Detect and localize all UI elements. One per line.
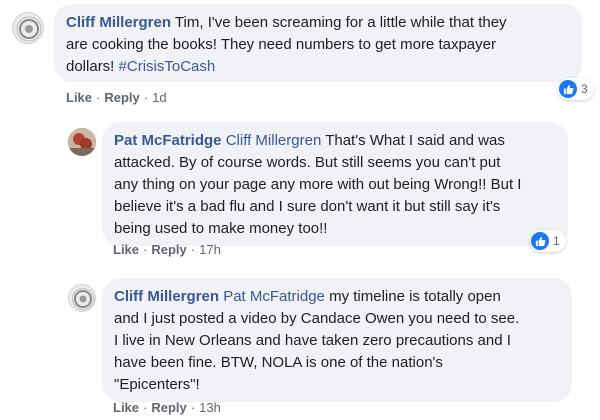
reaction-count[interactable]: 3 <box>558 78 594 100</box>
timestamp[interactable]: 13h <box>199 400 221 415</box>
avatar[interactable] <box>68 284 96 312</box>
comment-text: my timeline is totally open <box>329 288 501 305</box>
thumbs-up-icon <box>531 232 549 250</box>
comment-text: and I just posted a video by Candace Owe… <box>114 310 520 327</box>
like-link[interactable]: Like <box>113 242 139 257</box>
reaction-count[interactable]: 1 <box>530 230 566 252</box>
comment-text: "Epicenters"! <box>114 376 200 393</box>
reaction-number: 1 <box>553 234 560 248</box>
comment-bubble: Cliff Millergren Pat McFatridge my timel… <box>102 278 572 402</box>
comment-1: Cliff Millergren Tim, I've been screamin… <box>0 0 600 112</box>
like-link[interactable]: Like <box>113 400 139 415</box>
comment-text: Tim, I've been screaming for a little wh… <box>174 14 507 31</box>
comment-text: attacked. By of course words. But still … <box>114 154 501 171</box>
avatar[interactable] <box>12 12 44 44</box>
like-link[interactable]: Like <box>66 90 92 105</box>
comment-author[interactable]: Pat McFatridge <box>114 132 222 149</box>
hashtag-link[interactable]: #CrisisToCash <box>119 58 216 75</box>
thumbs-up-icon <box>559 80 577 98</box>
comment-text: are cooking the books! They need numbers… <box>66 36 496 53</box>
comment-author[interactable]: Cliff Millergren <box>66 14 171 31</box>
mention-link[interactable]: Pat McFatridge <box>223 288 325 305</box>
timestamp[interactable]: 1d <box>152 90 166 105</box>
reply-comment-1: Pat McFatridge Cliff Millergren That's W… <box>0 112 600 272</box>
comment-text: I live in New Orleans and have taken zer… <box>114 332 511 349</box>
comment-actions: Like · Reply · 1d <box>66 90 167 105</box>
avatar[interactable] <box>68 128 96 156</box>
reply-link[interactable]: Reply <box>104 90 139 105</box>
comment-text: being used to make money too!! <box>114 220 328 237</box>
comment-text: dollars! <box>66 58 115 75</box>
comment-text: have been fine. BTW, NOLA is one of the … <box>114 354 443 371</box>
profile-photo-icon <box>68 128 96 156</box>
comment-author[interactable]: Cliff Millergren <box>114 288 219 305</box>
comment-text: any thing on your page any more with out… <box>114 176 522 193</box>
comment-text: That's What I said and was <box>325 132 505 149</box>
mention-link[interactable]: Cliff Millergren <box>226 132 322 149</box>
timestamp[interactable]: 17h <box>199 242 221 257</box>
reply-comment-2: Cliff Millergren Pat McFatridge my timel… <box>0 272 600 420</box>
comment-bubble: Cliff Millergren Tim, I've been screamin… <box>54 4 582 82</box>
reply-link[interactable]: Reply <box>151 400 186 415</box>
emblem-icon <box>16 16 42 42</box>
emblem-icon <box>72 288 94 310</box>
comment-bubble: Pat McFatridge Cliff Millergren That's W… <box>102 122 568 246</box>
comment-actions: Like · Reply · 17h <box>113 242 221 257</box>
reaction-number: 3 <box>581 82 588 96</box>
comment-actions: Like · Reply · 13h <box>113 400 221 415</box>
reply-link[interactable]: Reply <box>151 242 186 257</box>
comment-text: believe it's a bad flu and I sure don't … <box>114 198 501 215</box>
